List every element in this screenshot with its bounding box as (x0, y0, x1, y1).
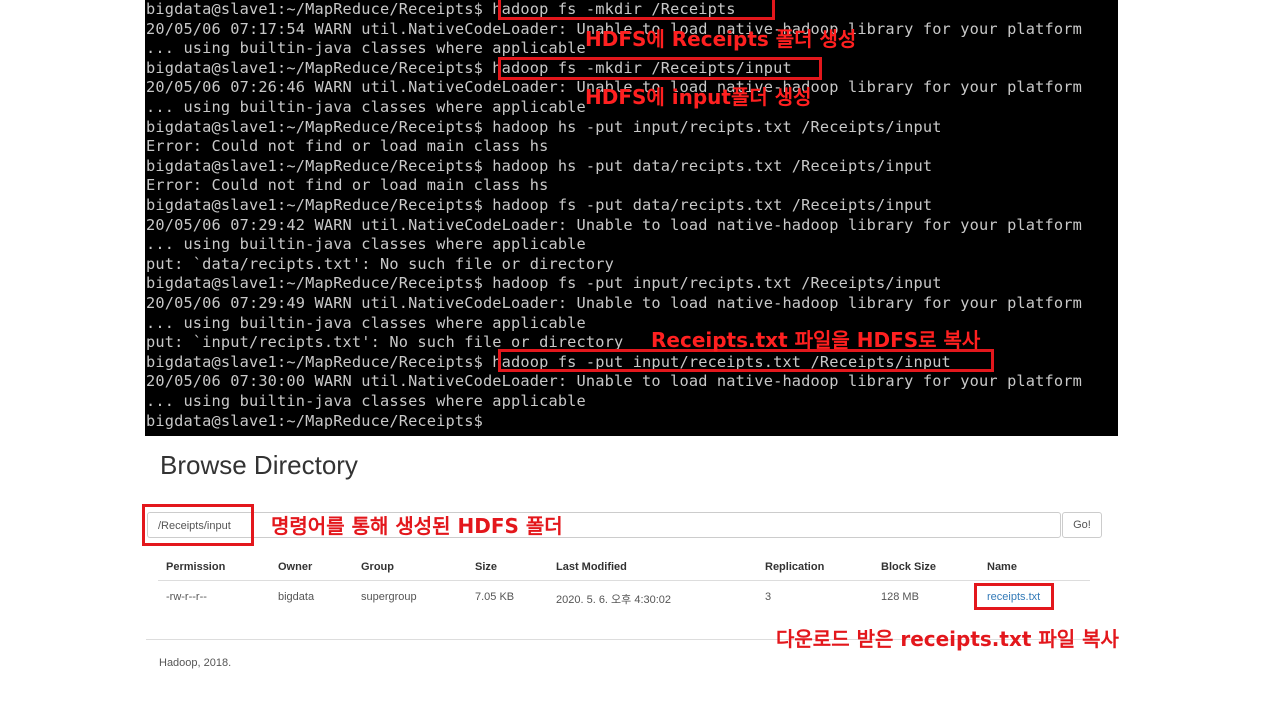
mkdir-input-highlight (498, 57, 822, 80)
terminal-window[interactable]: bigdata@slave1:~/MapReduce/Receipts$ had… (145, 0, 1118, 436)
column-header-block-size[interactable]: Block Size (881, 561, 936, 573)
terminal-line: ... using builtin-java classes where app… (146, 39, 586, 58)
footer-text: Hadoop, 2018. (159, 657, 232, 669)
terminal-line: ... using builtin-java classes where app… (146, 313, 586, 332)
column-header-group[interactable]: Group (361, 561, 394, 573)
mkdir-receipts-annotation: HDFS에 Receipts 폴더 생성 (585, 27, 857, 51)
file-annotation: 다운로드 받은 receipts.txt 파일 복사 (776, 627, 1119, 651)
column-header-name[interactable]: Name (987, 561, 1017, 573)
file-name-highlight (974, 583, 1054, 610)
terminal-line: ... using builtin-java classes where app… (146, 235, 586, 254)
terminal-line: Error: Could not find or load main class… (146, 137, 549, 156)
column-header-last-modified[interactable]: Last Modified (556, 561, 627, 573)
column-header-size[interactable]: Size (475, 561, 497, 573)
terminal-line: bigdata@slave1:~/MapReduce/Receipts$ (146, 411, 483, 430)
cell-replication: 3 (765, 591, 772, 603)
cell-group: supergroup (361, 591, 417, 603)
terminal-line: bigdata@slave1:~/MapReduce/Receipts$ had… (146, 117, 942, 136)
column-header-permission[interactable]: Permission (166, 561, 225, 573)
terminal-line: Error: Could not find or load main class… (146, 176, 549, 195)
cell-owner: bigdata (278, 591, 315, 603)
cell-last-modified: 2020. 5. 6. 오후 4:30:02 (556, 594, 672, 606)
terminal-line: bigdata@slave1:~/MapReduce/Receipts$ had… (146, 156, 933, 175)
cell-size: 7.05 KB (475, 591, 515, 603)
terminal-line: ... using builtin-java classes where app… (146, 98, 586, 116)
mkdir-receipts-highlight (498, 0, 775, 20)
put-receipts-highlight (498, 349, 994, 372)
page-title: Browse Directory (160, 450, 358, 480)
put-receipts-annotation: Receipts.txt 파일을 HDFS로 복사 (651, 328, 981, 352)
path-highlight (142, 504, 254, 546)
terminal-line: 20/05/06 07:30:00 WARN util.NativeCodeLo… (146, 372, 1082, 391)
table-header-divider (158, 580, 1090, 581)
column-header-replication[interactable]: Replication (765, 561, 824, 573)
terminal-line: 20/05/06 07:29:49 WARN util.NativeCodeLo… (146, 294, 1082, 312)
go-button[interactable]: Go! (1062, 512, 1102, 538)
column-header-owner[interactable]: Owner (278, 561, 312, 573)
mkdir-input-annotation: HDFS에 input폴더 생성 (585, 85, 812, 109)
cell-block-size: 128 MB (881, 591, 919, 603)
cell-permission: -rw-r--r-- (166, 591, 207, 603)
terminal-line: ... using builtin-java classes where app… (146, 392, 586, 410)
path-annotation: 명령어를 통해 생성된 HDFS 폴더 (271, 514, 563, 538)
terminal-line: bigdata@slave1:~/MapReduce/Receipts$ had… (146, 274, 942, 293)
terminal-line: bigdata@slave1:~/MapReduce/Receipts$ had… (146, 196, 933, 214)
terminal-line: 20/05/06 07:29:42 WARN util.NativeCodeLo… (146, 215, 1082, 234)
terminal-line: put: `data/recipts.txt': No such file or… (146, 254, 614, 273)
